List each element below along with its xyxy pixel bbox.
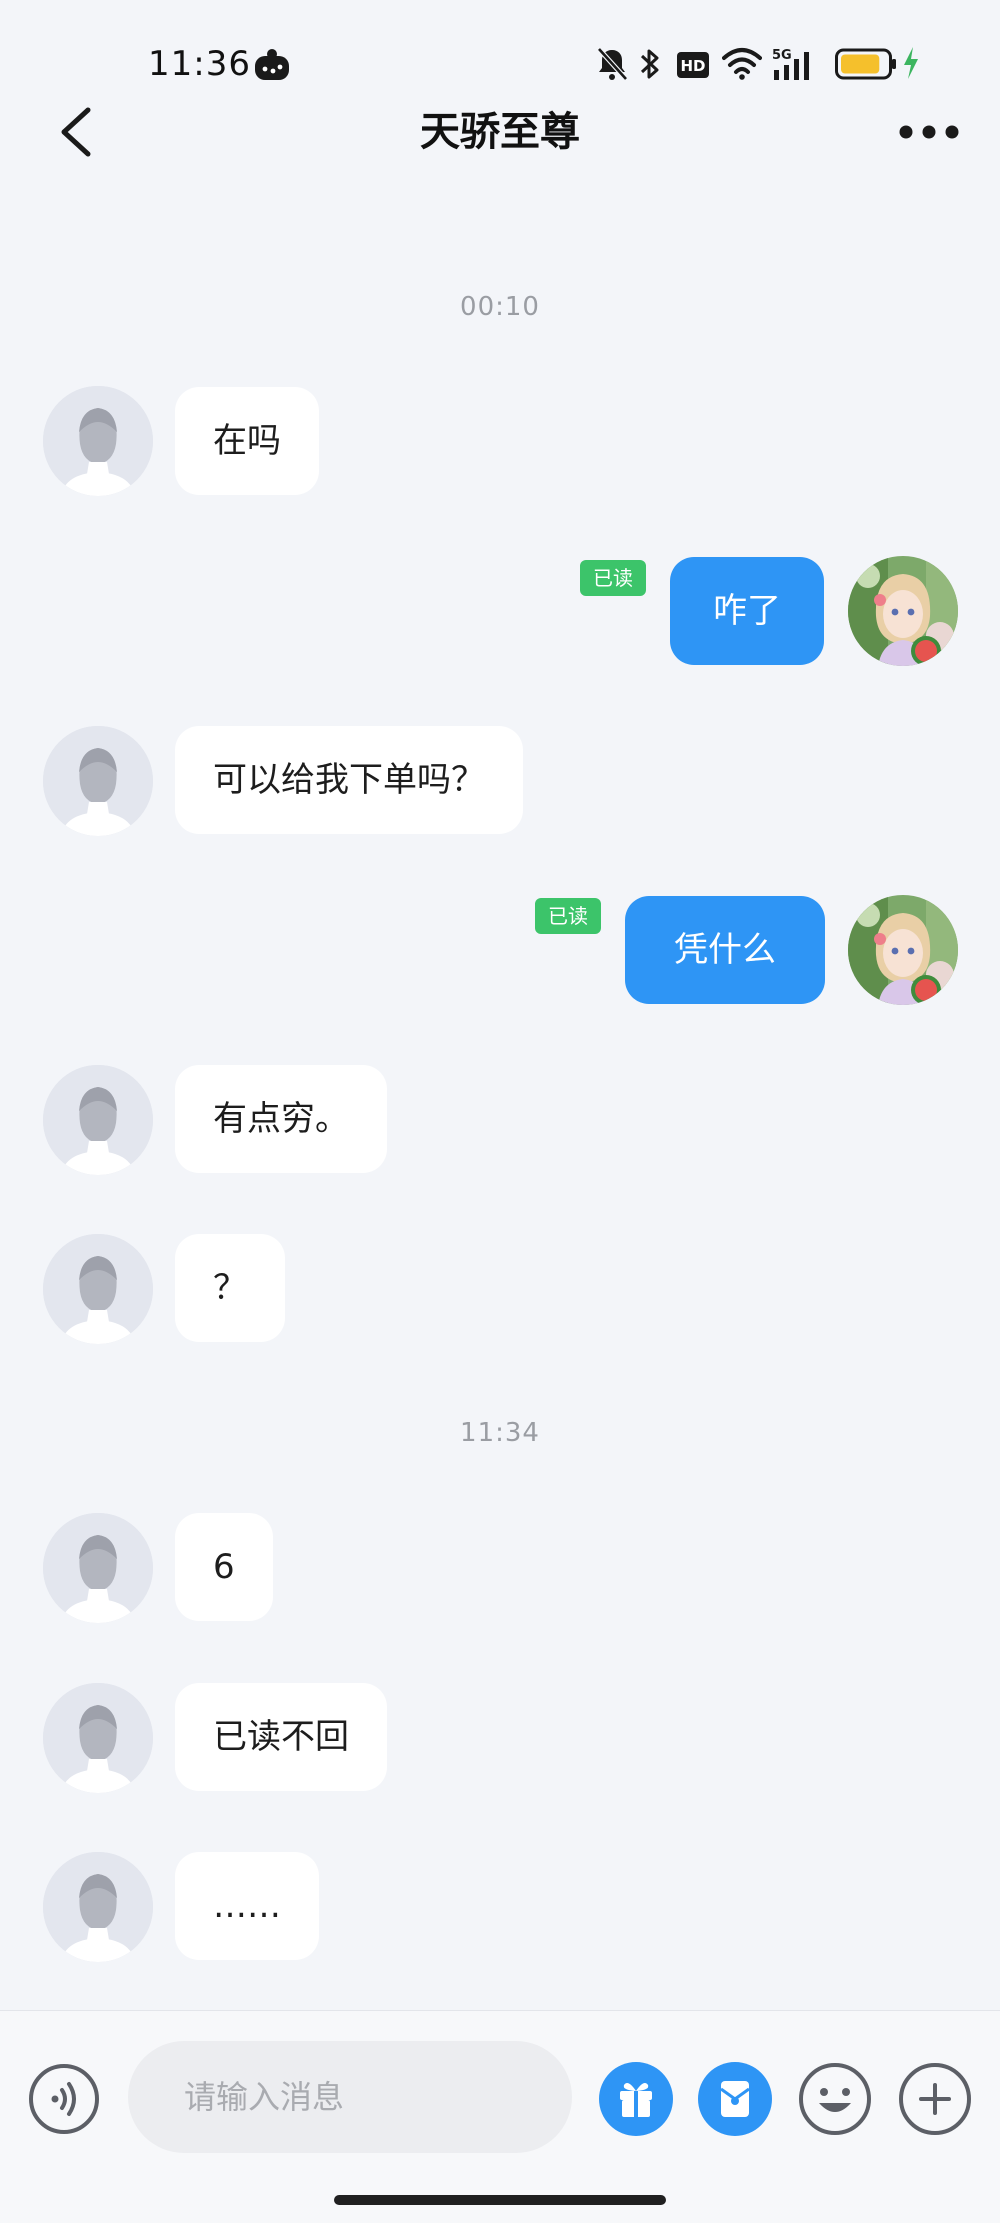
app-notification-icon [255, 49, 289, 80]
chat-header: 天骄至尊 [0, 90, 1000, 174]
hd-label: HD [680, 57, 705, 75]
message-bubble-incoming[interactable]: …… [175, 1852, 319, 1960]
status-time: 11:36 [148, 44, 251, 84]
chat-title: 天骄至尊 [420, 109, 580, 155]
avatar[interactable] [43, 1852, 153, 1962]
avatar[interactable] [43, 1234, 153, 1344]
red-packet-icon [698, 2062, 772, 2136]
message-input[interactable] [128, 2041, 572, 2153]
message-bubble-incoming[interactable]: 已读不回 [175, 1683, 387, 1791]
wifi-icon [722, 48, 762, 80]
signal-icon: 5G [772, 48, 809, 80]
mute-icon [597, 47, 628, 81]
bluetooth-icon [640, 49, 659, 79]
voice-button[interactable] [28, 2063, 100, 2135]
message-bubble-incoming[interactable]: 可以给我下单吗？ [175, 726, 523, 834]
more-options-button[interactable] [894, 110, 964, 154]
plus-button[interactable] [897, 2061, 973, 2137]
ellipsis-icon [899, 125, 959, 139]
emoji-icon [799, 2063, 871, 2135]
avatar[interactable] [43, 726, 153, 836]
time-divider: 11:34 [460, 1418, 540, 1448]
emoji-button[interactable] [797, 2061, 873, 2137]
message-bubble-outgoing[interactable]: 咋了 [670, 557, 824, 665]
avatar[interactable] [43, 1065, 153, 1175]
message-bubble-incoming[interactable]: 6 [175, 1513, 273, 1621]
self-avatar[interactable] [848, 895, 958, 1005]
message-bubble-outgoing[interactable]: 凭什么 [625, 896, 825, 1004]
gift-button[interactable] [598, 2061, 674, 2137]
time-divider: 00:10 [460, 292, 540, 322]
battery-level-fill [841, 54, 880, 74]
avatar[interactable] [43, 386, 153, 496]
charging-icon [904, 47, 918, 79]
input-bar [0, 2010, 1000, 2223]
voice-icon [29, 2064, 99, 2134]
avatar[interactable] [43, 1513, 153, 1623]
message-bubble-incoming[interactable]: 在吗 [175, 387, 319, 495]
home-indicator[interactable] [334, 2195, 666, 2205]
message-bubble-incoming[interactable]: ？ [175, 1234, 285, 1342]
plus-icon [899, 2063, 971, 2135]
read-badge: 已读 [580, 560, 646, 596]
self-avatar[interactable] [848, 556, 958, 666]
red-packet-button[interactable] [697, 2061, 773, 2137]
battery-icon [835, 48, 896, 80]
network-label: 5G [772, 48, 792, 63]
hd-icon: HD [677, 52, 709, 78]
avatar[interactable] [43, 1683, 153, 1793]
read-badge: 已读 [535, 898, 601, 934]
message-bubble-incoming[interactable]: 有点穷。 [175, 1065, 387, 1173]
gift-icon [599, 2062, 673, 2136]
